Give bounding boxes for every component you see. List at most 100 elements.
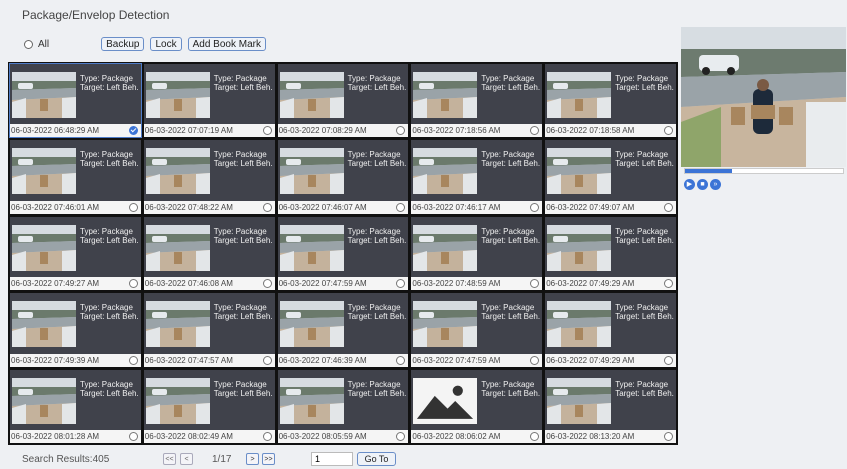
event-type: Type: Package bbox=[213, 226, 267, 236]
event-tile[interactable]: Type: Package Target: Left Beh. 06-03-2022… bbox=[10, 216, 141, 291]
select-circle-icon[interactable] bbox=[128, 279, 138, 289]
video-preview[interactable] bbox=[681, 27, 846, 167]
select-circle-icon[interactable] bbox=[664, 355, 673, 365]
select-circle-icon[interactable] bbox=[262, 279, 272, 289]
event-tile[interactable]: Type: Package Target: Left Beh. 06-03-2022… bbox=[10, 369, 141, 443]
event-type: Type: Package bbox=[615, 303, 669, 313]
image-placeholder-icon bbox=[413, 377, 478, 424]
page-indicator: 1/17 bbox=[212, 454, 232, 465]
event-timestamp: 06-03-2022 07:49:27 AM bbox=[10, 277, 141, 291]
event-timestamp: 06-03-2022 07:47:59 AM bbox=[277, 277, 409, 291]
event-tile[interactable]: Type: Package Target: Left Beh. 06-03-2022… bbox=[10, 140, 141, 214]
event-target: Target: Left Beh. bbox=[347, 312, 407, 322]
event-timestamp: 06-03-2022 08:01:28 AM bbox=[10, 430, 141, 443]
event-type: Type: Package bbox=[615, 150, 669, 160]
event-timestamp: 06-03-2022 07:08:29 AM bbox=[277, 124, 409, 138]
event-tile[interactable]: Type: Package Target: Left Beh. 06-03-2022… bbox=[277, 293, 409, 367]
event-tile[interactable]: Type: Package Target: Left Beh. 06-03-2022… bbox=[545, 369, 676, 443]
select-circle-icon[interactable] bbox=[664, 202, 673, 212]
event-thumbnail bbox=[145, 301, 210, 348]
event-tile[interactable]: Type: Package Target: Left Beh. 06-03-2022… bbox=[143, 293, 275, 367]
event-tile[interactable]: Type: Package Target: Left Beh. 06-03-2022… bbox=[545, 216, 676, 291]
event-tile[interactable]: Type: Package Target: Left Beh. 06-03-2022… bbox=[545, 140, 676, 214]
event-timestamp: 06-03-2022 07:46:01 AM bbox=[10, 200, 141, 214]
event-target: Target: Left Beh. bbox=[481, 235, 541, 245]
select-circle-icon[interactable] bbox=[128, 202, 138, 212]
event-tile[interactable]: Type: Package Target: Left Beh. 06-03-2022… bbox=[411, 369, 543, 443]
event-tile[interactable]: Type: Package Target: Left Beh. 06-03-2022… bbox=[277, 216, 409, 291]
event-info: Type: Package Target: Left Beh. bbox=[615, 303, 674, 321]
event-thumbnail bbox=[12, 148, 76, 195]
select-circle-icon[interactable] bbox=[128, 432, 138, 441]
event-info: Type: Package Target: Left Beh. bbox=[214, 150, 273, 168]
select-circle-icon[interactable] bbox=[262, 126, 272, 136]
event-tile[interactable]: Type: Package Target: Left Beh. 06-03-2022… bbox=[411, 64, 543, 138]
event-thumbnail bbox=[413, 224, 478, 271]
event-tile[interactable]: Type: Package Target: Left Beh. 06-03-2022… bbox=[277, 369, 409, 443]
event-tile[interactable]: Type: Package Target: Left Beh. 06-03-2022… bbox=[277, 140, 409, 214]
event-tile[interactable]: Type: Package Target: Left Beh. 06-03-2022… bbox=[143, 216, 275, 291]
event-target: Target: Left Beh. bbox=[347, 159, 407, 169]
last-page-button[interactable]: >> bbox=[262, 453, 275, 465]
event-target: Target: Left Beh. bbox=[80, 388, 139, 398]
event-thumbnail bbox=[279, 72, 344, 118]
page-number-input[interactable] bbox=[311, 452, 353, 466]
play-icon[interactable]: ▶ bbox=[684, 179, 695, 190]
preview-progress-fill bbox=[685, 169, 733, 173]
event-info: Type: Package Target: Left Beh. bbox=[481, 380, 540, 398]
event-tile[interactable]: Type: Package Target: Left Beh. 06-03-2022… bbox=[545, 64, 676, 138]
event-tile[interactable]: Type: Package Target: Left Beh. 06-03-2022… bbox=[143, 369, 275, 443]
event-type: Type: Package bbox=[80, 74, 133, 83]
event-info: Type: Package Target: Left Beh. bbox=[214, 380, 273, 398]
event-type: Type: Package bbox=[615, 74, 669, 83]
select-circle-icon[interactable] bbox=[262, 202, 272, 212]
event-thumbnail bbox=[12, 224, 76, 271]
add-bookmark-button[interactable]: Add Book Mark bbox=[187, 37, 266, 51]
event-tile[interactable]: Type: Package Target: Left Beh. 06-03-2022… bbox=[9, 62, 142, 139]
prev-page-button[interactable]: < bbox=[180, 453, 193, 465]
toolbar: All Backup Lock Add Book Mark bbox=[24, 36, 272, 52]
event-tile[interactable]: Type: Package Target: Left Beh. 06-03-2022… bbox=[277, 64, 409, 138]
event-timestamp: 06-03-2022 07:49:29 AM bbox=[545, 353, 676, 367]
event-timestamp: 06-03-2022 07:46:17 AM bbox=[411, 200, 543, 214]
event-timestamp: 06-03-2022 07:46:39 AM bbox=[277, 353, 409, 367]
select-circle-icon[interactable] bbox=[664, 432, 673, 441]
select-circle-icon[interactable] bbox=[396, 355, 406, 365]
select-all-radio[interactable] bbox=[24, 39, 33, 49]
event-tile[interactable]: Type: Package Target: Left Beh. 06-03-2022… bbox=[143, 64, 275, 138]
stop-icon[interactable]: ■ bbox=[697, 179, 708, 190]
event-tile[interactable]: Type: Package Target: Left Beh. 06-03-2022… bbox=[411, 140, 543, 214]
event-info: Type: Package Target: Left Beh. bbox=[214, 303, 273, 321]
event-tile[interactable]: Type: Package Target: Left Beh. 06-03-2022… bbox=[411, 293, 543, 367]
select-circle-icon[interactable] bbox=[262, 432, 272, 441]
event-target: Target: Left Beh. bbox=[615, 159, 674, 169]
event-timestamp: 06-03-2022 08:05:59 AM bbox=[277, 430, 409, 443]
event-info: Type: Package Target: Left Beh. bbox=[615, 380, 674, 398]
select-circle-icon[interactable] bbox=[128, 355, 138, 365]
first-page-button[interactable]: << bbox=[163, 453, 176, 465]
event-target: Target: Left Beh. bbox=[80, 312, 139, 322]
event-tile[interactable]: Type: Package Target: Left Beh. 06-03-2022… bbox=[10, 293, 141, 367]
next-page-button[interactable]: > bbox=[246, 453, 259, 465]
event-tile[interactable]: Type: Package Target: Left Beh. 06-03-2022… bbox=[411, 216, 543, 291]
page-title: Package/Envelop Detection bbox=[22, 8, 170, 22]
event-thumbnail bbox=[279, 148, 344, 195]
event-tile[interactable]: Type: Package Target: Left Beh. 06-03-2022… bbox=[545, 293, 676, 367]
event-type: Type: Package bbox=[347, 74, 401, 83]
select-circle-icon[interactable] bbox=[530, 202, 540, 212]
speed-icon[interactable]: » bbox=[710, 179, 721, 190]
event-info: Type: Package Target: Left Beh. bbox=[348, 227, 407, 245]
event-type: Type: Package bbox=[481, 150, 535, 160]
event-tile[interactable]: Type: Package Target: Left Beh. 06-03-2022… bbox=[143, 140, 275, 214]
footer: Search Results:405 << < 1/17 > >> Go To bbox=[0, 449, 847, 469]
lock-button[interactable]: Lock bbox=[150, 37, 182, 51]
preview-progress[interactable] bbox=[684, 168, 844, 174]
backup-button[interactable]: Backup bbox=[101, 37, 145, 51]
event-target: Target: Left Beh. bbox=[481, 388, 541, 398]
event-info: Type: Package Target: Left Beh. bbox=[80, 227, 139, 245]
select-circle-icon[interactable] bbox=[530, 355, 540, 365]
event-target: Target: Left Beh. bbox=[615, 235, 674, 245]
select-circle-icon[interactable] bbox=[262, 355, 272, 365]
go-to-button[interactable]: Go To bbox=[357, 452, 396, 466]
event-thumbnail bbox=[413, 301, 478, 348]
